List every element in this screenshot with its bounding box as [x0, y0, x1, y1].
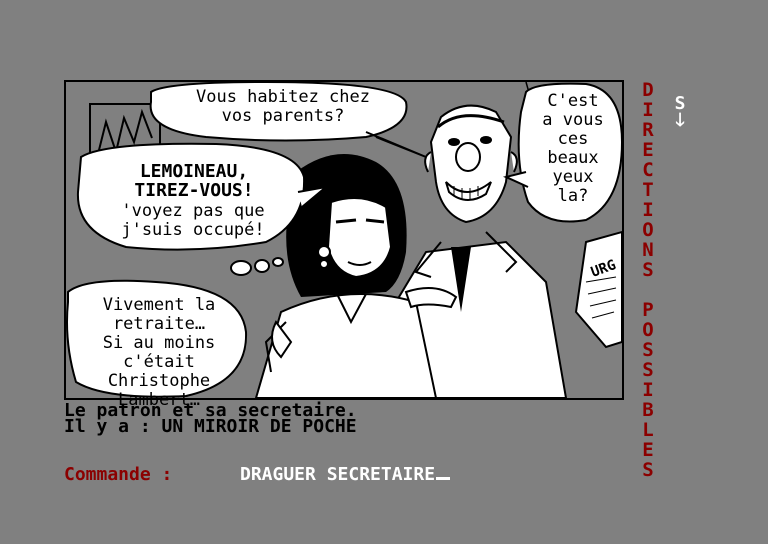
directions-letter: I	[642, 99, 654, 121]
paper-sheet	[574, 230, 622, 349]
directions-letter: O	[642, 319, 654, 341]
directions-letter: E	[642, 139, 654, 161]
bubble-thought-text: Vivement la retraite… Si au moins c'étai…	[102, 295, 216, 410]
thought-dot	[254, 259, 270, 273]
thought-dot	[230, 260, 252, 276]
bubble-right-text: C'est a vous ces beaux yeux la?	[542, 91, 604, 206]
text-cursor	[436, 477, 451, 480]
directions-letter: I	[642, 199, 654, 221]
directions-letter: O	[642, 219, 654, 241]
directions-letter: E	[642, 439, 654, 461]
directions-letter: P	[642, 299, 654, 321]
directions-letter: T	[642, 179, 654, 201]
scene-illustration: URG Vous habitez chez vos parents? C'est…	[64, 80, 624, 410]
directions-possibles-label: DIRECTIONS POSSIBLES	[638, 80, 658, 480]
directions-letter: R	[642, 119, 654, 141]
command-value[interactable]: DRAGUER SECRETAIRE	[240, 464, 435, 485]
thought-dot	[272, 257, 284, 267]
command-input[interactable]: DRAGUER SECRETAIRE	[240, 464, 451, 485]
directions-letter: S	[642, 259, 654, 281]
directions-letter: D	[642, 79, 654, 101]
bubble-left-body: 'voyez pas que j'suis occupé!	[121, 201, 265, 240]
directions-letter: I	[642, 379, 654, 401]
bubble-left-title: LEMOINEAU, TIREZ-VOUS!	[134, 161, 254, 201]
directions-letter: L	[642, 419, 654, 441]
directions-letter: S	[642, 339, 654, 361]
directions-letter: N	[642, 239, 654, 261]
directions-letter: S	[642, 459, 654, 481]
directions-letter: S	[642, 359, 654, 381]
room-items: Il y a : UN MIROIR DE POCHE	[64, 416, 357, 437]
arrow-down-icon[interactable]: 🡓	[672, 112, 688, 130]
directions-letter: C	[642, 159, 654, 181]
command-label: Commande :	[64, 464, 173, 485]
directions-letter: B	[642, 399, 654, 421]
bubble-top-text: Vous habitez chez vos parents?	[196, 87, 370, 126]
